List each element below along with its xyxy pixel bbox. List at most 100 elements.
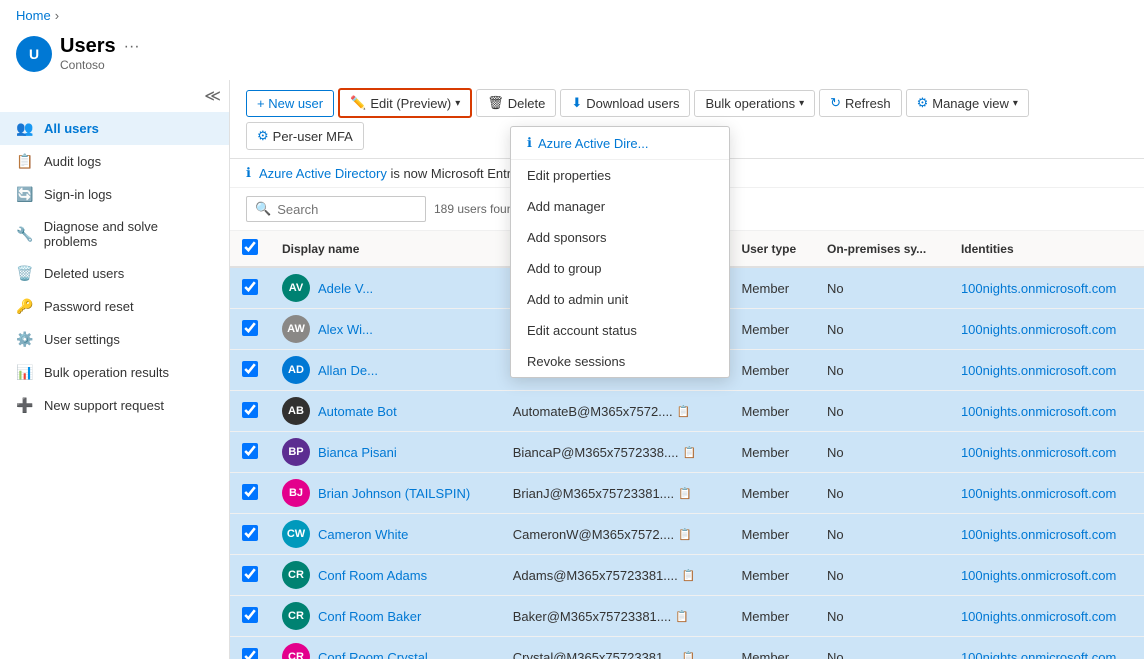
upn-cell: Crystal@M365x75723381.... 📋 [513,650,718,659]
user-name[interactable]: Brian Johnson (TAILSPIN) [318,486,470,501]
download-button[interactable]: ⬇ Download users [560,89,690,117]
identities: 100nights.onmicrosoft.com [949,391,1144,432]
manage-view-button[interactable]: ⚙ Manage view ▾ [906,89,1029,117]
copy-icon[interactable]: 📋 [682,651,696,659]
dropdown-item-edit-properties[interactable]: Edit properties [511,160,729,191]
dropdown-item-revoke-sessions[interactable]: Revoke sessions [511,346,729,377]
search-box[interactable]: 🔍 [246,196,426,222]
new-user-button[interactable]: + New user [246,90,334,117]
copy-icon[interactable]: 📋 [677,405,691,418]
row-checkbox[interactable] [242,361,258,377]
bulk-caret-icon: ▾ [799,98,804,109]
on-premises: No [815,596,949,637]
edit-preview-button[interactable]: ✏️ Edit (Preview) ▾ [338,88,472,118]
user-name[interactable]: Conf Room Adams [318,568,427,583]
row-checkbox[interactable] [242,443,258,459]
identities: 100nights.onmicrosoft.com [949,596,1144,637]
upn-cell: CameronW@M365x7572.... 📋 [513,527,718,542]
copy-icon[interactable]: 📋 [678,528,692,541]
sidebar-icon: 👥 [16,120,34,137]
sidebar-item-user-settings[interactable]: ⚙️ User settings [0,323,229,356]
ellipsis-menu[interactable]: ··· [124,38,140,56]
aad-link[interactable]: Azure Active Directory [259,166,387,181]
user-name[interactable]: Cameron White [318,527,408,542]
breadcrumb-home[interactable]: Home [16,8,51,23]
dropdown-info: ℹ Azure Active Dire... [511,127,729,160]
search-input[interactable] [277,202,417,217]
bulk-operations-button[interactable]: Bulk operations ▾ [694,90,815,117]
dropdown-item-edit-account-status[interactable]: Edit account status [511,315,729,346]
copy-icon[interactable]: 📋 [682,569,696,582]
collapse-button[interactable]: ≪ [204,86,221,106]
user-type: Member [729,514,815,555]
sidebar-label: User settings [44,332,120,347]
user-type: Member [729,391,815,432]
user-type: Member [729,596,815,637]
mfa-icon: ⚙ [257,128,269,144]
main-layout: ≪ 👥All users📋Audit logs🔄Sign-in logs🔧Dia… [0,80,1144,659]
copy-icon[interactable]: 📋 [675,610,689,623]
avatar: AW [282,315,310,343]
copy-icon[interactable]: 📋 [678,487,692,500]
sidebar-item-sign-in-logs[interactable]: 🔄Sign-in logs [0,178,229,211]
upn-value: Baker@M365x75723381.... [513,609,671,624]
upn-value: CameronW@M365x7572.... [513,527,674,542]
identities: 100nights.onmicrosoft.com [949,432,1144,473]
sidebar: ≪ 👥All users📋Audit logs🔄Sign-in logs🔧Dia… [0,80,230,659]
user-type: Member [729,473,815,514]
row-checkbox[interactable] [242,279,258,295]
user-name[interactable]: Allan De... [318,363,378,378]
user-name[interactable]: Adele V... [318,281,373,296]
sidebar-item-bulk-operation-results[interactable]: 📊Bulk operation results [0,356,229,389]
row-checkbox[interactable] [242,484,258,500]
upn-cell: BiancaP@M365x7572338.... 📋 [513,445,718,460]
table-row: AB Automate Bot AutomateB@M365x7572.... … [230,391,1144,432]
select-all-checkbox[interactable] [242,239,258,255]
sidebar-item-deleted-users[interactable]: 🗑️Deleted users [0,257,229,290]
table-row: BJ Brian Johnson (TAILSPIN) BrianJ@M365x… [230,473,1144,514]
per-user-mfa-button[interactable]: ⚙ Per-user MFA [246,122,364,150]
col-user-type: User type [729,231,815,267]
row-checkbox[interactable] [242,566,258,582]
dropdown-item-add-sponsors[interactable]: Add sponsors [511,222,729,253]
user-name[interactable]: Conf Room Crystal [318,650,428,659]
dropdown-item-add-to-admin-unit[interactable]: Add to admin unit [511,284,729,315]
edit-dropdown-menu: ℹ Azure Active Dire... Edit propertiesAd… [510,126,730,378]
row-checkbox[interactable] [242,607,258,623]
sidebar-label: Deleted users [44,266,124,281]
delete-button[interactable]: 🗑 Delete [476,89,556,117]
dropdown-item-add-manager[interactable]: Add manager [511,191,729,222]
user-name[interactable]: Conf Room Baker [318,609,421,624]
sidebar-item-new-support-request[interactable]: ➕New support request [0,389,229,422]
user-name[interactable]: Automate Bot [318,404,397,419]
user-type: Member [729,267,815,309]
row-checkbox[interactable] [242,402,258,418]
row-checkbox[interactable] [242,320,258,336]
on-premises: No [815,350,949,391]
avatar: AB [282,397,310,425]
user-cell: AB Automate Bot [282,397,489,425]
table-row: BP Bianca Pisani BiancaP@M365x7572338...… [230,432,1144,473]
sidebar-icon: 🔑 [16,298,34,315]
on-premises: No [815,637,949,659]
dropdown-item-add-to-group[interactable]: Add to group [511,253,729,284]
on-premises: No [815,432,949,473]
manage-caret-icon: ▾ [1013,98,1018,109]
user-type: Member [729,637,815,659]
copy-icon[interactable]: 📋 [682,446,696,459]
avatar: AD [282,356,310,384]
sidebar-icon: ⚙️ [16,331,34,348]
identities: 100nights.onmicrosoft.com [949,350,1144,391]
sidebar-item-audit-logs[interactable]: 📋Audit logs [0,145,229,178]
sidebar-item-password-reset[interactable]: 🔑Password reset [0,290,229,323]
table-row: CR Conf Room Adams Adams@M365x75723381..… [230,555,1144,596]
avatar: BP [282,438,310,466]
refresh-button[interactable]: ↻ Refresh [819,89,901,117]
sidebar-item-all-users[interactable]: 👥All users [0,112,229,145]
row-checkbox[interactable] [242,648,258,659]
sidebar-item-diagnose-and-solve-problems[interactable]: 🔧Diagnose and solve problems [0,211,229,257]
download-icon: ⬇ [571,95,582,111]
user-name[interactable]: Bianca Pisani [318,445,397,460]
user-name[interactable]: Alex Wi... [318,322,373,337]
row-checkbox[interactable] [242,525,258,541]
